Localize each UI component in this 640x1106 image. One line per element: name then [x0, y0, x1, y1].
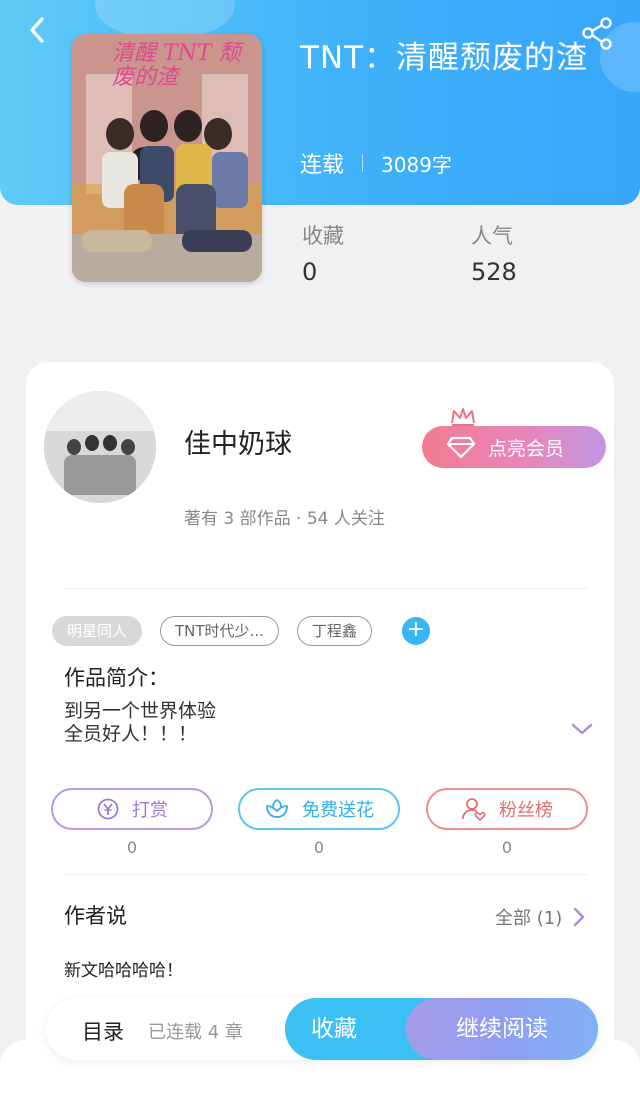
chevron-down-icon[interactable] — [570, 717, 594, 741]
author-meta: 著有 3 部作品 · 54 人关注 — [184, 509, 385, 529]
reward-count: 0 — [126, 838, 138, 857]
author-say-content: 新文哈哈哈哈！ — [64, 961, 183, 981]
reward-label: 打赏 — [132, 800, 168, 821]
section-divider — [64, 588, 588, 589]
tag-list: 明星同人 TNT时代少... 丁程鑫 + — [52, 616, 430, 646]
view-all-link[interactable]: 全部 (1) — [495, 904, 586, 930]
author-say-title: 作者说 — [64, 904, 127, 928]
diamond-icon — [446, 436, 476, 459]
cover-title-art: 清醒 TNT 颓废的渣 — [112, 41, 241, 90]
author-avatar[interactable] — [44, 391, 156, 503]
add-tag-button[interactable]: + — [401, 617, 430, 645]
word-count: 3089字 — [381, 152, 452, 177]
tag-item[interactable]: 丁程鑫 — [296, 616, 372, 646]
chapter-count: 已连载 4 章 — [148, 1022, 243, 1043]
serial-status: 连载 — [300, 153, 345, 178]
intro-line: 全员好人！！！ — [64, 723, 198, 745]
table-of-contents-button[interactable]: 目录 — [82, 1016, 124, 1046]
popularity-label: 人气 — [471, 224, 513, 248]
tag-item[interactable]: 明星同人 — [52, 616, 143, 646]
chevron-left-icon[interactable] — [20, 12, 56, 48]
continue-reading-button[interactable]: 继续阅读 — [406, 998, 598, 1060]
section-divider — [64, 874, 588, 875]
send-flower-label: 免费送花 — [302, 800, 374, 821]
status-divider — [362, 154, 364, 172]
book-cover[interactable]: 清醒 TNT 颓废的渣 — [72, 34, 262, 282]
crown-icon — [451, 408, 475, 426]
flower-count: 0 — [313, 838, 325, 857]
user-heart-icon — [462, 798, 486, 821]
intro-text: 到另一个世界体验 全员好人！！！ — [64, 700, 216, 746]
popularity-stat: 人气 528 — [471, 220, 517, 286]
book-status-row: 连载 3089字 — [300, 148, 452, 179]
favorites-label: 收藏 — [302, 224, 344, 248]
popularity-value: 528 — [471, 258, 517, 286]
avatar-photo — [44, 391, 156, 503]
tag-item[interactable]: TNT时代少... — [160, 616, 279, 646]
intro-line: 到另一个世界体验 — [64, 700, 217, 722]
send-flower-button[interactable]: 免费送花 — [238, 788, 400, 830]
flower-icon — [266, 798, 288, 818]
view-all-label: 全部 (1) — [495, 908, 563, 929]
reward-button[interactable]: 打赏 — [51, 788, 213, 830]
author-name[interactable]: 佳中奶球 — [184, 422, 292, 461]
vip-button[interactable]: 点亮会员 — [422, 426, 606, 468]
favorites-value: 0 — [302, 258, 318, 286]
fans-ranking-button[interactable]: 粉丝榜 — [426, 788, 588, 830]
favorites-stat: 收藏 0 — [302, 220, 344, 286]
fans-ranking-label: 粉丝榜 — [499, 800, 553, 821]
vip-button-label: 点亮会员 — [488, 437, 565, 460]
yen-icon — [97, 798, 119, 820]
chevron-right-icon — [574, 907, 585, 927]
intro-title: 作品简介： — [64, 666, 169, 690]
book-title: TNT：清醒颓废的渣 — [300, 40, 589, 76]
fans-count: 0 — [501, 838, 513, 857]
